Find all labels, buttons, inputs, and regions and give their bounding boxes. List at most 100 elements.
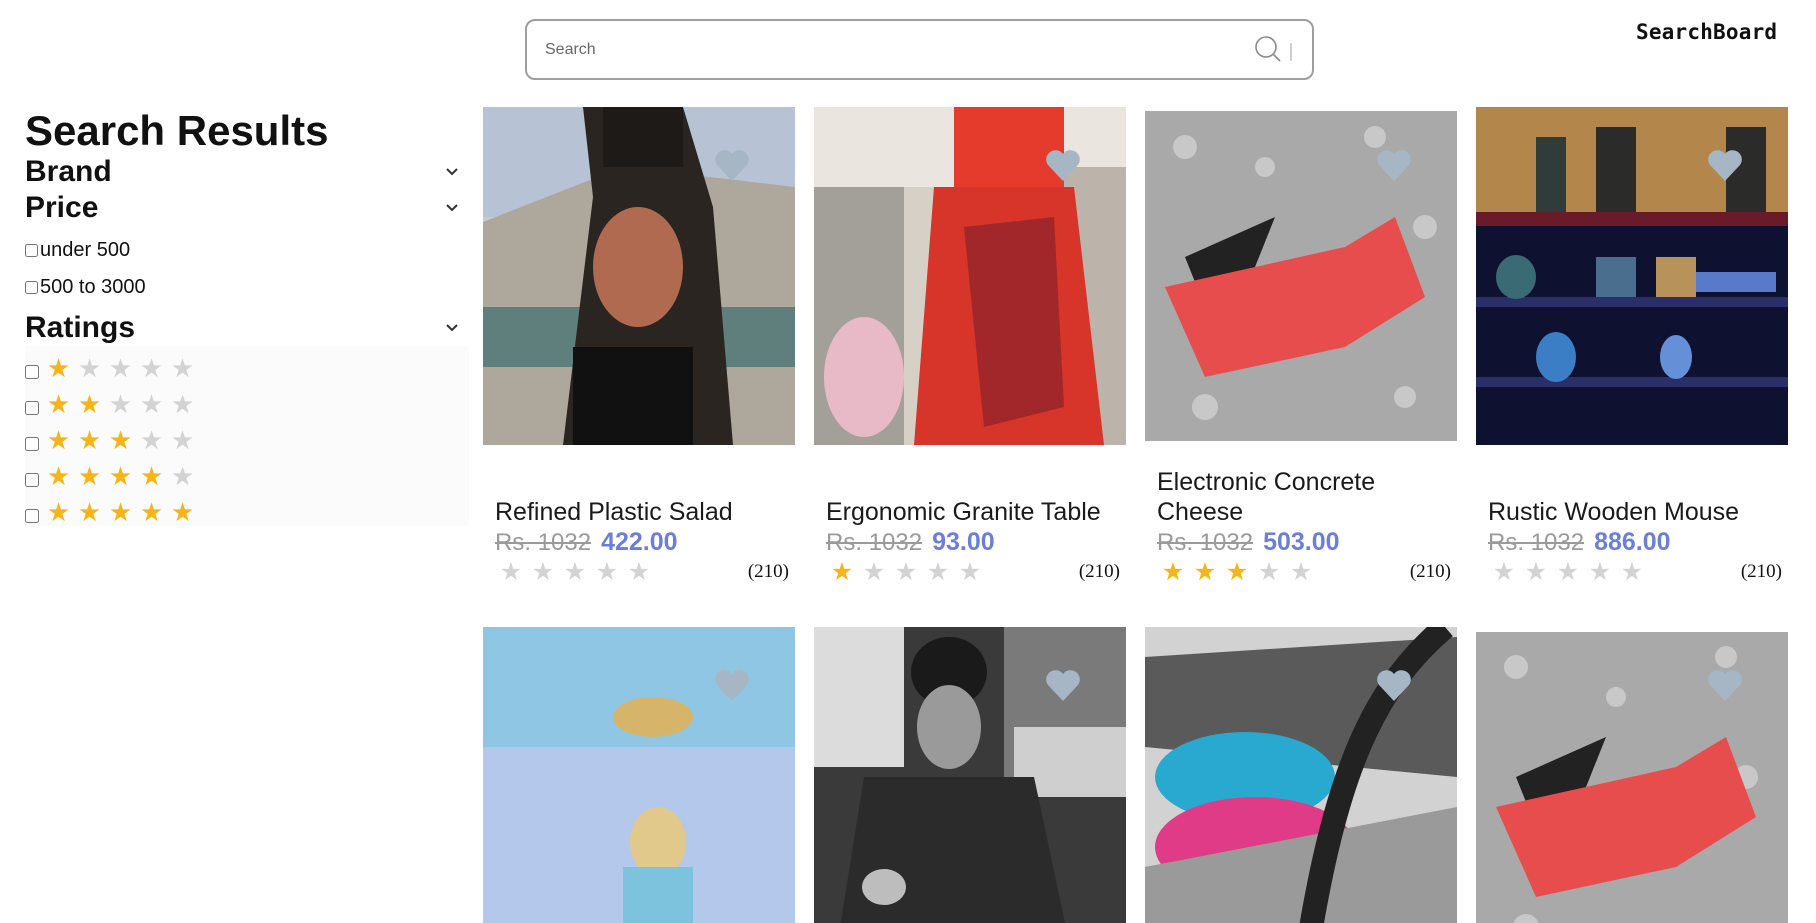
review-count: (210) <box>747 561 789 582</box>
price-option-500-3000[interactable]: 500 to 3000 <box>25 269 469 306</box>
star-empty-icon: ★ <box>958 558 982 586</box>
product-old-price: Rs. 1032 <box>1157 529 1254 556</box>
star-empty-icon: ★ <box>170 425 195 455</box>
product-name[interactable]: Electronic Concrete Cheese <box>1157 467 1457 527</box>
filter-price-toggle[interactable]: Price <box>25 190 465 226</box>
star-empty-icon: ★ <box>108 389 133 419</box>
product-card[interactable] <box>814 627 1126 923</box>
product-price: 422.00 <box>601 528 678 556</box>
chevron-down-icon[interactable] <box>445 203 459 213</box>
wishlist-heart-icon[interactable] <box>1375 667 1413 703</box>
star-filled-icon: ★ <box>46 425 71 455</box>
rating-stars: ★ ★ ★ ★ ★ <box>43 355 198 381</box>
star-filled-icon: ★ <box>46 461 71 491</box>
filter-brand-label: Brand <box>25 155 112 188</box>
star-empty-icon: ★ <box>499 558 523 586</box>
wishlist-heart-icon[interactable] <box>1706 147 1744 183</box>
wishlist-heart-icon[interactable] <box>1044 667 1082 703</box>
review-count: (210) <box>1740 561 1782 582</box>
rating-filter-2[interactable]: ★ ★ ★ ★ ★ <box>25 386 469 422</box>
star-filled-icon: ★ <box>139 461 164 491</box>
price-checkbox[interactable] <box>25 281 38 294</box>
product-price: 93.00 <box>932 528 995 556</box>
rating-checkbox[interactable] <box>25 401 39 415</box>
product-card[interactable]: Electronic Concrete Cheese Rs. 1032 503.… <box>1145 107 1457 587</box>
star-empty-icon: ★ <box>926 558 950 586</box>
price-checkbox[interactable] <box>25 244 38 257</box>
star-empty-icon: ★ <box>170 353 195 383</box>
product-card[interactable]: Rustic Wooden Mouse Rs. 1032 886.00 ★ ★ ★ ★… <box>1476 107 1788 587</box>
star-empty-icon: ★ <box>627 558 651 586</box>
product-rating: ★ ★ ★ ★ ★ <box>1488 559 1648 585</box>
search-bar[interactable] <box>525 19 1314 80</box>
search-divider <box>1290 43 1292 61</box>
product-old-price: Rs. 1032 <box>495 529 592 556</box>
rating-stars: ★ ★ ★ ★ ★ <box>43 499 198 525</box>
rating-stars: ★ ★ ★ ★ ★ <box>43 391 198 417</box>
product-card[interactable] <box>1476 627 1788 923</box>
wishlist-heart-icon[interactable] <box>1706 667 1744 703</box>
rating-filter-4[interactable]: ★ ★ ★ ★ ★ <box>25 458 469 494</box>
star-filled-icon: ★ <box>139 497 164 527</box>
product-name[interactable]: Ergonomic Granite Table <box>826 497 1126 527</box>
star-empty-icon: ★ <box>595 558 619 586</box>
search-input[interactable] <box>545 40 1294 59</box>
chevron-down-icon[interactable] <box>445 167 459 177</box>
product-name[interactable]: Refined Plastic Salad <box>495 497 795 527</box>
star-filled-icon: ★ <box>77 497 102 527</box>
star-filled-icon: ★ <box>1193 558 1217 586</box>
star-empty-icon: ★ <box>531 558 555 586</box>
star-filled-icon: ★ <box>77 389 102 419</box>
product-info: Electronic Concrete Cheese Rs. 1032 503.… <box>1157 467 1457 585</box>
product-card[interactable] <box>483 627 795 923</box>
product-name[interactable]: Rustic Wooden Mouse <box>1488 497 1788 527</box>
rating-stars: ★ ★ ★ ★ ★ <box>43 463 198 489</box>
star-empty-icon: ★ <box>862 558 886 586</box>
star-empty-icon: ★ <box>108 353 133 383</box>
product-info: Refined Plastic Salad Rs. 1032 422.00 ★ ★… <box>495 497 795 585</box>
product-info: Ergonomic Granite Table Rs. 1032 93.00 ★… <box>826 497 1126 585</box>
chevron-down-icon[interactable] <box>445 323 459 333</box>
wishlist-heart-icon[interactable] <box>713 667 751 703</box>
wishlist-heart-icon[interactable] <box>1375 147 1413 183</box>
rating-checkbox[interactable] <box>25 509 39 523</box>
rating-filter-1[interactable]: ★ ★ ★ ★ ★ <box>25 350 469 386</box>
ratings-options: ★ ★ ★ ★ ★ ★ ★ ★ ★ ★ ★ ★ ★ ★ ★ ★ ★ ★ ★ ★ ★ ★ ★ ★ ★ <box>25 346 469 526</box>
star-empty-icon: ★ <box>139 389 164 419</box>
star-filled-icon: ★ <box>1225 558 1249 586</box>
price-option-label: under 500 <box>40 239 131 261</box>
product-old-price: Rs. 1032 <box>826 529 923 556</box>
review-count: (210) <box>1078 561 1120 582</box>
star-filled-icon: ★ <box>170 497 195 527</box>
rating-checkbox[interactable] <box>25 437 39 451</box>
product-card[interactable]: Ergonomic Granite Table Rs. 1032 93.00 ★… <box>814 107 1126 587</box>
product-rating: ★ ★ ★ ★ ★ <box>495 559 655 585</box>
star-empty-icon: ★ <box>1556 558 1580 586</box>
wishlist-heart-icon[interactable] <box>1044 147 1082 183</box>
filter-ratings-toggle[interactable]: Ratings <box>25 310 465 346</box>
rating-filter-5[interactable]: ★ ★ ★ ★ ★ <box>25 494 469 530</box>
rating-checkbox[interactable] <box>25 473 39 487</box>
star-empty-icon: ★ <box>139 353 164 383</box>
product-old-price: Rs. 1032 <box>1488 529 1585 556</box>
product-card[interactable]: Refined Plastic Salad Rs. 1032 422.00 ★ ★… <box>483 107 795 587</box>
price-option-under-500[interactable]: under 500 <box>25 232 469 269</box>
product-rating: ★ ★ ★ ★ ★ <box>826 559 986 585</box>
product-card[interactable] <box>1145 627 1457 923</box>
search-icon[interactable] <box>1254 35 1282 63</box>
star-filled-icon: ★ <box>1161 558 1185 586</box>
rating-filter-3[interactable]: ★ ★ ★ ★ ★ <box>25 422 469 458</box>
product-price: 886.00 <box>1594 528 1671 556</box>
star-filled-icon: ★ <box>108 425 133 455</box>
product-rating: ★ ★ ★ ★ ★ <box>1157 559 1317 585</box>
rating-stars: ★ ★ ★ ★ ★ <box>43 427 198 453</box>
filter-brand-toggle[interactable]: Brand <box>25 154 465 190</box>
product-info: Rustic Wooden Mouse Rs. 1032 886.00 ★ ★ ★ ★… <box>1488 497 1788 585</box>
star-filled-icon: ★ <box>77 461 102 491</box>
wishlist-heart-icon[interactable] <box>713 147 751 183</box>
star-filled-icon: ★ <box>46 497 71 527</box>
rating-checkbox[interactable] <box>25 365 39 379</box>
star-empty-icon: ★ <box>1588 558 1612 586</box>
product-price: 503.00 <box>1263 528 1340 556</box>
star-empty-icon: ★ <box>894 558 918 586</box>
